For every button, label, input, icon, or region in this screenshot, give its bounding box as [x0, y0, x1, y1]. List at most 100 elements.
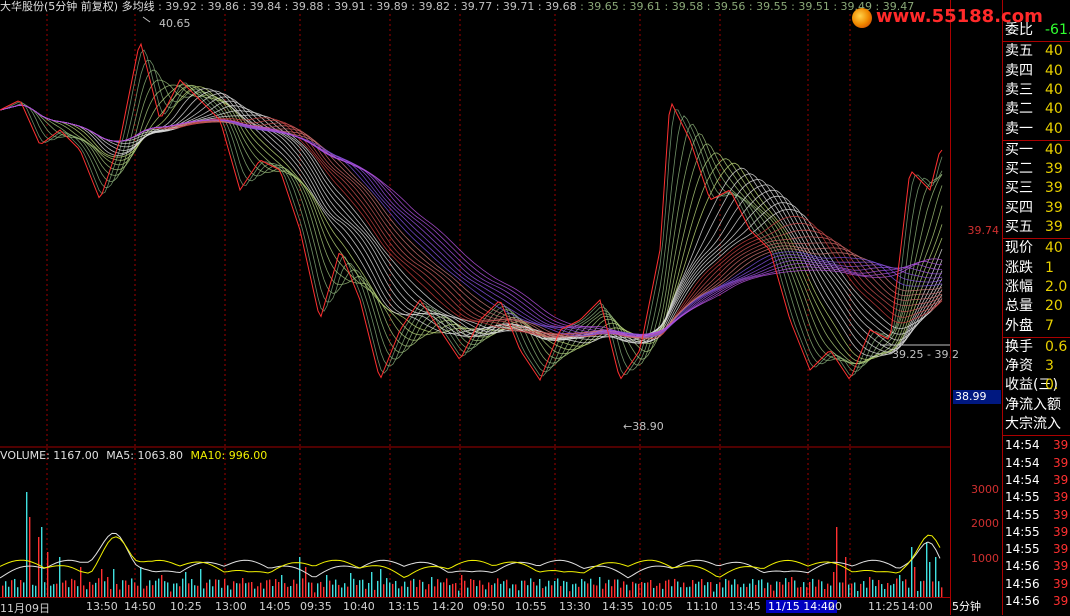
volume-bar [395, 580, 397, 597]
volume-bar [935, 557, 937, 597]
ma-value: : 39.68 [534, 0, 577, 13]
quote-value: 0. [1045, 377, 1059, 394]
trade-time: 14:54 [1005, 438, 1040, 453]
volume-bar [377, 580, 379, 597]
high-marker [142, 16, 151, 23]
price-chart[interactable] [0, 0, 950, 448]
volume-bar [374, 589, 376, 597]
volume-bar [23, 582, 25, 597]
volume-bar [539, 579, 541, 597]
volume-bar [647, 582, 649, 597]
quote-value: 40 [1045, 81, 1063, 98]
volume-bar [692, 580, 694, 597]
period-selector[interactable]: 5分钟 [952, 598, 981, 614]
quote-value: 39 [1045, 219, 1063, 235]
volume-bar [131, 578, 133, 597]
volume-bar [65, 580, 67, 597]
volume-tick-1000: 1000 [971, 552, 999, 565]
ma-line [0, 69, 943, 368]
stat-row: 涨幅 2.0 [1005, 278, 1070, 297]
volume-bar [923, 580, 925, 597]
extra-row: 大宗流入 [1005, 415, 1070, 434]
volume-bar [524, 580, 526, 597]
volume-bar [83, 585, 85, 597]
volume-bar [50, 585, 52, 597]
chart-header: 大华股份(5分钟 前复权) 多均线 : 39.92 : 39.86 : 39.8… [0, 0, 914, 14]
volume-bar [941, 587, 943, 597]
volume-bar [419, 579, 421, 597]
volume-bar [230, 589, 232, 597]
volume-bar [437, 579, 439, 597]
trade-price: 39 [1053, 559, 1069, 574]
time-axis-label: 20 [828, 600, 842, 613]
volume-bar [500, 583, 502, 597]
volume-chart[interactable] [0, 448, 950, 597]
volume-bar [518, 590, 520, 597]
time-axis-label: 14:35 [602, 600, 634, 613]
volume-bars [2, 492, 943, 597]
trade-row: 14:56 39 [1005, 576, 1070, 593]
volume-bar [875, 586, 877, 597]
volume-bar [35, 585, 37, 597]
volume-bar [368, 582, 370, 597]
volume-bar [176, 583, 178, 597]
volume-bar [842, 582, 844, 597]
volume-bar [650, 580, 652, 597]
volume-bar [8, 586, 10, 597]
volume-bar [278, 582, 280, 597]
volume-bar [659, 583, 661, 597]
volume-bar [479, 580, 481, 597]
volume-bar [434, 586, 436, 597]
volume-bar [908, 587, 910, 597]
ma-value: : 39.65 [576, 0, 619, 13]
volume-bar [296, 583, 298, 597]
ma-value: : 39.82 [407, 0, 450, 13]
volume-bar [785, 578, 787, 597]
volume-bar [914, 567, 916, 597]
volume-bar [731, 584, 733, 597]
volume-bar [506, 579, 508, 597]
volume-bar [146, 585, 148, 597]
volume-bar [32, 584, 34, 597]
volume-bar [5, 581, 7, 597]
volume-bar [746, 586, 748, 597]
bid-row: 买二 39 [1005, 160, 1070, 179]
volume-bar [389, 582, 391, 597]
volume-bar [206, 582, 208, 597]
volume-bar [791, 577, 793, 597]
volume-bar [854, 582, 856, 597]
time-axis-label: 13:45 [729, 600, 761, 613]
volume-bar [815, 586, 817, 597]
volume-bar [590, 578, 592, 597]
quote-label: 买四 [1005, 199, 1033, 216]
quote-value: 3 [1045, 358, 1054, 375]
volume-bar [344, 583, 346, 597]
ma-value: : 39.88 [281, 0, 324, 13]
quote-label: 买二 [1005, 161, 1033, 178]
volume-bar [557, 578, 559, 597]
volume-bar [401, 586, 403, 597]
volume-bar [191, 579, 193, 597]
volume-bar [11, 580, 13, 597]
volume-bar [242, 578, 244, 597]
time-axis-label: 13:00 [215, 600, 247, 613]
quote-label: 现价 [1005, 240, 1033, 257]
time-axis-label: 14:50 [124, 600, 156, 613]
volume-bar [209, 579, 211, 597]
volume-bar [236, 583, 238, 597]
volume-bar [62, 582, 64, 597]
volume-bar [818, 579, 820, 597]
volume-bar [149, 580, 151, 597]
volume-bar [200, 569, 202, 597]
volume-bar [614, 579, 616, 597]
volume-bar [134, 582, 136, 597]
quote-value: -61.1 [1045, 22, 1070, 38]
volume-bar [755, 584, 757, 597]
volume-bar [362, 579, 364, 597]
volume-bar [554, 580, 556, 597]
volume-bar [764, 588, 766, 597]
trade-time: 14:54 [1005, 455, 1040, 470]
volume-bar [101, 569, 103, 597]
ask-row: 卖三 40 [1005, 81, 1070, 100]
volume-bar [491, 584, 493, 597]
